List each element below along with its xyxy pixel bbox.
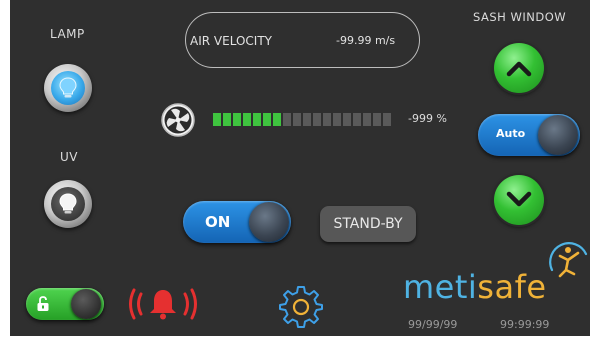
sash-auto-knob — [538, 115, 578, 155]
sash-window-title: SASH WINDOW — [473, 10, 567, 24]
chevron-down-icon — [506, 191, 532, 207]
fan-bar-segment-on — [233, 113, 241, 126]
control-screen: LAMP UV AIR VELOCITY -99.99 m/s -999 % O… — [10, 0, 590, 336]
fan-bar-segment-off — [353, 113, 361, 126]
fan-bar-segment-off — [363, 113, 371, 126]
date-display: 99/99/99 — [408, 318, 458, 331]
chevron-up-icon — [506, 61, 532, 77]
lamp-label: LAMP — [50, 27, 85, 41]
brand-main: meti — [403, 268, 478, 306]
fan-bar-segment-off — [323, 113, 331, 126]
fan-bar-segment-off — [333, 113, 341, 126]
uv-button[interactable] — [44, 180, 92, 228]
sash-auto-label: Auto — [496, 127, 526, 140]
brand-accent: safe — [477, 268, 547, 306]
fan-bar-segment-on — [253, 113, 261, 126]
fan-bar-segment-off — [313, 113, 321, 126]
fan-bar-segment-on — [243, 113, 251, 126]
brand-logo: metisafe — [403, 268, 547, 306]
power-toggle[interactable]: ON — [183, 201, 291, 243]
fan-bar-segment-off — [343, 113, 351, 126]
power-toggle-label: ON — [205, 213, 231, 231]
unlock-icon — [36, 296, 50, 316]
brand-figure-icon — [546, 240, 590, 288]
fan-bar-segment-on — [263, 113, 271, 126]
gear-icon[interactable] — [278, 283, 324, 333]
power-toggle-knob — [249, 202, 289, 242]
sash-down-button[interactable] — [494, 175, 544, 225]
fan-bar-segment-on — [273, 113, 281, 126]
uv-label: UV — [60, 150, 78, 164]
alarm-bell-icon[interactable] — [126, 284, 200, 328]
uv-lamp-icon — [51, 187, 85, 221]
fan-bar-segment-off — [383, 113, 391, 126]
standby-button[interactable]: STAND-BY — [320, 206, 416, 242]
fan-icon[interactable] — [160, 102, 196, 142]
lightbulb-icon — [51, 71, 85, 105]
fan-bar-segment-off — [283, 113, 291, 126]
fan-speed-bar — [213, 113, 391, 126]
lamp-button[interactable] — [44, 64, 92, 112]
sash-up-button[interactable] — [494, 43, 544, 93]
fan-bar-segment-on — [213, 113, 221, 126]
fan-bar-segment-off — [293, 113, 301, 126]
lock-toggle-knob — [71, 289, 101, 319]
fan-bar-segment-off — [373, 113, 381, 126]
fan-percent: -999 % — [408, 112, 447, 125]
time-display: 99:99:99 — [500, 318, 550, 331]
air-velocity-value: -99.99 m/s — [336, 34, 396, 47]
lock-toggle[interactable] — [26, 288, 104, 320]
sash-auto-toggle[interactable]: Auto — [478, 114, 580, 156]
fan-bar-segment-on — [223, 113, 231, 126]
air-velocity-label: AIR VELOCITY — [190, 34, 272, 48]
fan-bar-segment-off — [303, 113, 311, 126]
